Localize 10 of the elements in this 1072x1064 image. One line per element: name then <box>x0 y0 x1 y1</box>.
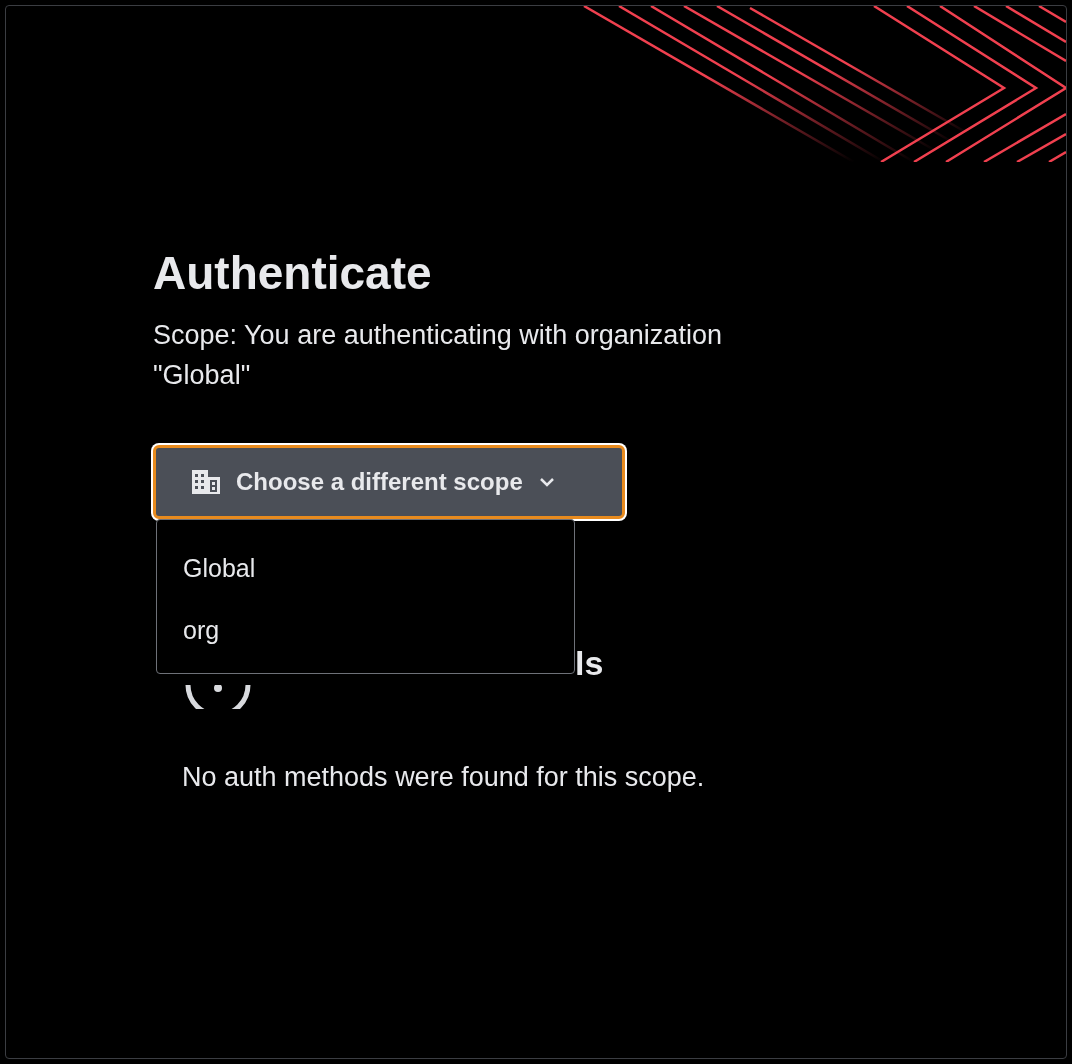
info-circle-icon <box>185 685 251 710</box>
menu-item[interactable]: org <box>157 599 246 662</box>
empty-state-title: ls <box>575 643 604 684</box>
page-title: Authenticate <box>153 246 433 301</box>
building-icon <box>192 470 220 495</box>
menu-item[interactable]: Global <box>157 538 282 600</box>
scope-dropdown-button[interactable]: Choose a different scope <box>153 445 625 520</box>
empty-state-message: No auth methods were found for this scope. <box>182 761 706 795</box>
scope-description: Scope: You are authenticating with organization "Global" <box>153 319 723 393</box>
chevron-down-icon <box>538 477 555 488</box>
